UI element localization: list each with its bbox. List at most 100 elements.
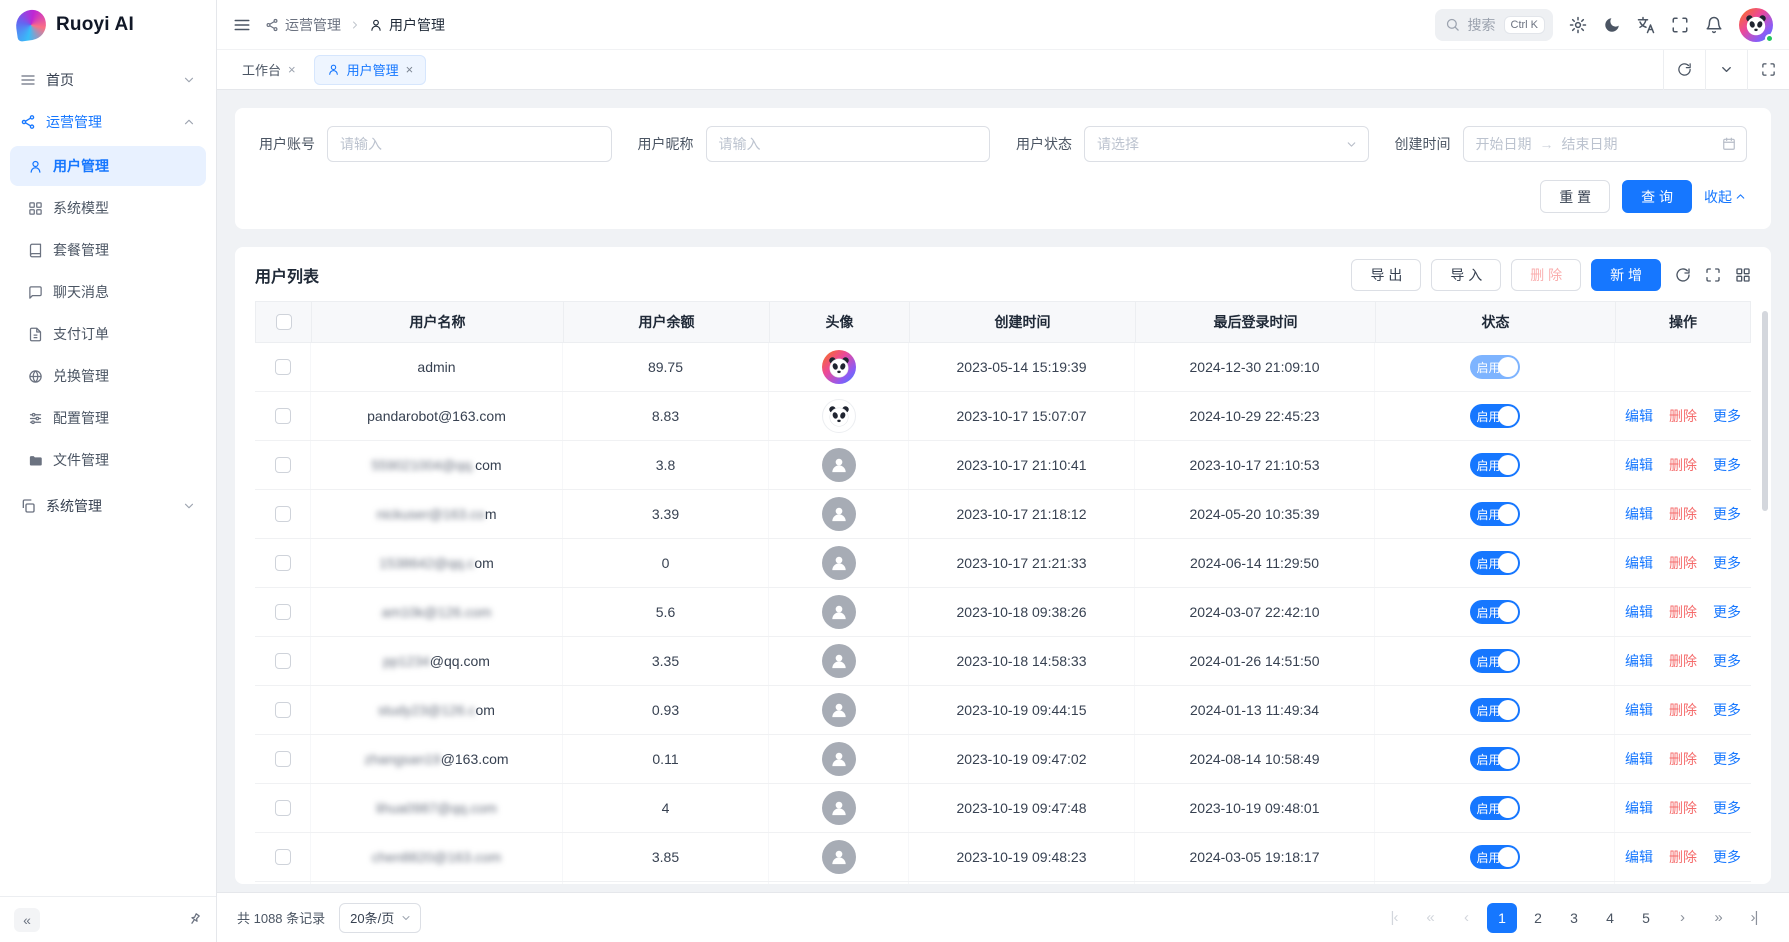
search-button[interactable]: 查 询	[1622, 180, 1692, 213]
status-toggle[interactable]: 启用	[1470, 649, 1520, 673]
expand-icon[interactable]	[1747, 50, 1789, 90]
delete-link[interactable]: 删除	[1669, 504, 1697, 524]
next-page-button[interactable]: ›	[1667, 903, 1697, 933]
row-checkbox[interactable]	[275, 506, 291, 522]
edit-link[interactable]: 编辑	[1625, 651, 1653, 671]
breadcrumb-item-operations[interactable]: 运营管理	[265, 15, 341, 35]
edit-link[interactable]: 编辑	[1625, 700, 1653, 720]
edit-link[interactable]: 编辑	[1625, 602, 1653, 622]
delete-link[interactable]: 删除	[1669, 847, 1697, 867]
row-checkbox[interactable]	[275, 604, 291, 620]
sidebar-item-config-management[interactable]: 配置管理	[10, 398, 206, 438]
page-button-5[interactable]: 5	[1631, 903, 1661, 933]
more-link[interactable]: 更多	[1713, 798, 1741, 818]
status-select[interactable]: 请选择	[1084, 126, 1369, 162]
page-button-1[interactable]: 1	[1487, 903, 1517, 933]
reset-button[interactable]: 重 置	[1540, 180, 1610, 213]
back-5-pages-button[interactable]: «	[1415, 903, 1445, 933]
last-page-button[interactable]: ›|	[1739, 903, 1769, 933]
delete-link[interactable]: 删除	[1669, 651, 1697, 671]
row-checkbox[interactable]	[275, 751, 291, 767]
sidebar-item-payment-orders[interactable]: 支付订单	[10, 314, 206, 354]
sidebar-item-exchange-management[interactable]: 兑换管理	[10, 356, 206, 396]
row-checkbox[interactable]	[275, 849, 291, 865]
sidebar-item-system-management[interactable]: 系统管理	[10, 486, 206, 526]
page-button-4[interactable]: 4	[1595, 903, 1625, 933]
row-checkbox[interactable]	[275, 408, 291, 424]
more-link[interactable]: 更多	[1713, 651, 1741, 671]
status-toggle[interactable]: 启用	[1470, 404, 1520, 428]
more-link[interactable]: 更多	[1713, 749, 1741, 769]
sidebar-collapse-button[interactable]: «	[14, 908, 40, 932]
import-button[interactable]: 导 入	[1431, 259, 1501, 291]
status-toggle[interactable]: 启用	[1470, 551, 1520, 575]
hamburger-menu-icon[interactable]	[233, 16, 251, 34]
chevron-down-icon[interactable]	[1705, 50, 1747, 90]
delete-link[interactable]: 删除	[1669, 553, 1697, 573]
row-checkbox[interactable]	[275, 457, 291, 473]
app-logo[interactable]: Ruoyi AI	[0, 0, 216, 50]
more-link[interactable]: 更多	[1713, 847, 1741, 867]
edit-link[interactable]: 编辑	[1625, 406, 1653, 426]
fullscreen-icon[interactable]	[1705, 267, 1721, 283]
row-checkbox[interactable]	[275, 359, 291, 375]
breadcrumb-item-user-management[interactable]: 用户管理	[369, 15, 445, 35]
more-link[interactable]: 更多	[1713, 406, 1741, 426]
delete-button[interactable]: 删 除	[1511, 259, 1581, 291]
status-toggle[interactable]: 启用	[1470, 355, 1520, 379]
translate-icon[interactable]	[1637, 16, 1655, 34]
more-link[interactable]: 更多	[1713, 504, 1741, 524]
more-link[interactable]: 更多	[1713, 553, 1741, 573]
fullscreen-icon[interactable]	[1671, 16, 1689, 34]
delete-link[interactable]: 删除	[1669, 406, 1697, 426]
delete-link[interactable]: 删除	[1669, 455, 1697, 475]
page-button-3[interactable]: 3	[1559, 903, 1589, 933]
sidebar-item-chat-messages[interactable]: 聊天消息	[10, 272, 206, 312]
row-checkbox[interactable]	[275, 800, 291, 816]
close-icon[interactable]: ×	[406, 62, 414, 77]
row-checkbox[interactable]	[275, 653, 291, 669]
page-button-2[interactable]: 2	[1523, 903, 1553, 933]
more-link[interactable]: 更多	[1713, 700, 1741, 720]
column-settings-icon[interactable]	[1735, 267, 1751, 283]
tab-user-management[interactable]: 用户管理 ×	[314, 55, 427, 85]
nickname-input[interactable]	[706, 126, 991, 162]
refresh-icon[interactable]	[1663, 50, 1705, 90]
sidebar-item-package-management[interactable]: 套餐管理	[10, 230, 206, 270]
collapse-filter-link[interactable]: 收起	[1704, 187, 1747, 207]
account-input[interactable]	[327, 126, 612, 162]
add-button[interactable]: 新 增	[1591, 259, 1661, 291]
tab-workbench[interactable]: 工作台 ×	[230, 55, 308, 85]
edit-link[interactable]: 编辑	[1625, 553, 1653, 573]
user-avatar[interactable]	[1739, 8, 1773, 42]
created-date-range[interactable]: 开始日期 → 结束日期	[1463, 126, 1748, 162]
edit-link[interactable]: 编辑	[1625, 504, 1653, 524]
export-button[interactable]: 导 出	[1351, 259, 1421, 291]
global-search[interactable]: 搜索 Ctrl K	[1435, 9, 1554, 41]
row-checkbox[interactable]	[275, 702, 291, 718]
select-all-checkbox[interactable]	[276, 314, 292, 330]
status-toggle[interactable]: 启用	[1470, 453, 1520, 477]
status-toggle[interactable]: 启用	[1470, 747, 1520, 771]
more-link[interactable]: 更多	[1713, 602, 1741, 622]
status-toggle[interactable]: 启用	[1470, 845, 1520, 869]
forward-5-pages-button[interactable]: »	[1703, 903, 1733, 933]
edit-link[interactable]: 编辑	[1625, 798, 1653, 818]
edit-link[interactable]: 编辑	[1625, 749, 1653, 769]
status-toggle[interactable]: 启用	[1470, 698, 1520, 722]
delete-link[interactable]: 删除	[1669, 700, 1697, 720]
status-toggle[interactable]: 启用	[1470, 502, 1520, 526]
page-size-select[interactable]: 20条/页	[339, 903, 421, 933]
sidebar-item-home[interactable]: 首页	[10, 60, 206, 100]
edit-link[interactable]: 编辑	[1625, 847, 1653, 867]
moon-icon[interactable]	[1603, 16, 1621, 34]
delete-link[interactable]: 删除	[1669, 798, 1697, 818]
status-toggle[interactable]: 启用	[1470, 796, 1520, 820]
pin-icon[interactable]	[184, 909, 205, 930]
delete-link[interactable]: 删除	[1669, 749, 1697, 769]
bell-icon[interactable]	[1705, 16, 1723, 34]
sidebar-item-operations[interactable]: 运营管理	[10, 102, 206, 142]
vertical-scrollbar[interactable]	[1762, 311, 1768, 511]
prev-page-button[interactable]: ‹	[1451, 903, 1481, 933]
edit-link[interactable]: 编辑	[1625, 455, 1653, 475]
